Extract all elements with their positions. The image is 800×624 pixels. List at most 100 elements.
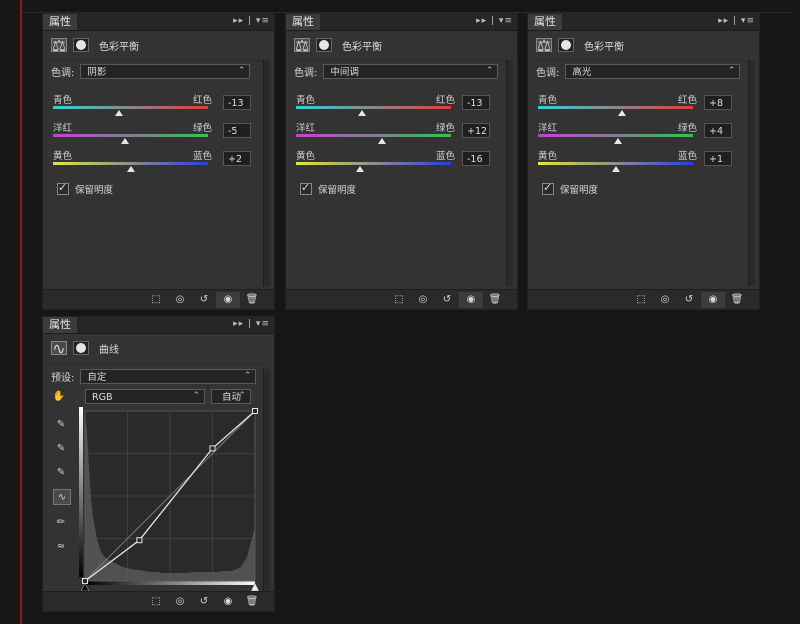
panel-tab[interactable]: 属性 — [528, 14, 562, 30]
white-point-eyedropper-icon[interactable]: ✎ — [53, 465, 69, 479]
preserve-luminosity[interactable]: 保留明度 — [57, 181, 113, 196]
slider-2-thumb[interactable] — [121, 138, 129, 144]
slider-1-value[interactable]: +8 — [704, 95, 732, 110]
visibility-eye-icon[interactable]: ◉ — [216, 291, 240, 308]
slider-1-right-label: 红色 — [678, 95, 698, 106]
targeted-adjust-hand-icon[interactable]: ✋ — [51, 390, 67, 404]
panel-tab[interactable]: 属性 — [286, 14, 320, 30]
layer-mask-icon[interactable] — [73, 341, 89, 355]
view-previous-icon[interactable]: ◎ — [168, 594, 192, 610]
slider-2-value[interactable]: -5 — [223, 123, 251, 138]
preset-label: 预设: — [51, 373, 75, 384]
slider-3-thumb[interactable] — [356, 166, 364, 172]
tone-row: 色调: 阴影 — [51, 64, 251, 79]
preserve-luminosity[interactable]: 保留明度 — [542, 181, 598, 196]
slider-3-track[interactable] — [296, 162, 451, 165]
slider-2-value[interactable]: +4 — [704, 123, 732, 138]
slider-1-track[interactable] — [296, 106, 451, 109]
trash-icon[interactable]: 🗑 — [483, 292, 507, 308]
panel-menu-icon[interactable]: ▸▸ | ▾≡ — [233, 16, 270, 26]
reset-icon[interactable]: ↺ — [192, 594, 216, 610]
panel-footer: ⬚ ◎ ↺ ◉ 🗑 — [286, 289, 517, 309]
smooth-curve-icon[interactable]: ≈ — [53, 539, 69, 553]
scrollbar[interactable] — [263, 369, 270, 593]
slider-2-track[interactable] — [53, 134, 208, 137]
trash-icon[interactable]: 🗑 — [240, 292, 264, 308]
slider-3-thumb[interactable] — [612, 166, 620, 172]
curve-control-point[interactable] — [209, 445, 216, 452]
draw-curve-pencil-icon[interactable]: ✏ — [53, 515, 69, 529]
view-previous-icon[interactable]: ◎ — [653, 292, 677, 308]
preserve-luminosity-checkbox[interactable] — [542, 181, 554, 195]
curve-control-point[interactable] — [252, 408, 258, 414]
visibility-eye-icon[interactable]: ◉ — [216, 594, 240, 610]
tone-select[interactable]: 高光 — [565, 64, 741, 79]
slider-3-value[interactable]: +2 — [223, 151, 251, 166]
curve-tools: ✎ ✎ ✎ ∿ ✏ ≈ — [53, 417, 71, 553]
preset-select[interactable]: 自定 — [80, 369, 257, 384]
panel-menu-icon[interactable]: ▸▸ | ▾≡ — [476, 16, 513, 26]
slider-2-thumb[interactable] — [614, 138, 622, 144]
curves-icon[interactable]: ∿ — [51, 339, 67, 358]
slider-2-track[interactable] — [296, 134, 451, 137]
slider-1-value[interactable]: -13 — [462, 95, 490, 110]
curve-graph[interactable] — [79, 407, 259, 597]
slider-2-value[interactable]: +12 — [462, 123, 490, 138]
panel-tab[interactable]: 属性 — [43, 14, 77, 30]
clip-to-layer-icon[interactable]: ⬚ — [387, 292, 411, 308]
slider-3-value[interactable]: +1 — [704, 151, 732, 166]
tone-select[interactable]: 阴影 — [80, 64, 251, 79]
slider-2-track[interactable] — [538, 134, 693, 137]
color-balance-icon[interactable]: ⚖ — [294, 36, 310, 55]
tone-row: 色调: 高光 — [536, 64, 741, 79]
scrollbar[interactable] — [263, 60, 270, 286]
clip-to-layer-icon[interactable]: ⬚ — [144, 594, 168, 610]
preserve-luminosity-checkbox[interactable] — [57, 181, 69, 195]
reset-icon[interactable]: ↺ — [435, 292, 459, 308]
preserve-luminosity-label: 保留明度 — [318, 185, 357, 196]
view-previous-icon[interactable]: ◎ — [168, 292, 192, 308]
channel-select[interactable]: RGB — [85, 389, 205, 404]
scrollbar[interactable] — [506, 60, 513, 286]
visibility-eye-icon[interactable]: ◉ — [459, 291, 483, 308]
reset-icon[interactable]: ↺ — [677, 292, 701, 308]
slider-3-track[interactable] — [53, 162, 208, 165]
edit-points-tool-icon[interactable]: ∿ — [53, 489, 71, 505]
slider-1-value[interactable]: -13 — [223, 95, 251, 110]
auto-button[interactable]: 自动 — [211, 389, 251, 404]
preserve-luminosity[interactable]: 保留明度 — [300, 181, 357, 196]
preserve-luminosity-checkbox[interactable] — [300, 181, 312, 195]
slider-3-left-label: 黄色 — [538, 151, 558, 162]
slider-3-value[interactable]: -16 — [462, 151, 490, 166]
slider-1-thumb[interactable] — [618, 110, 626, 116]
tone-label: 色调: — [294, 68, 318, 79]
clip-to-layer-icon[interactable]: ⬚ — [629, 292, 653, 308]
slider-1-track[interactable] — [53, 106, 208, 109]
view-previous-icon[interactable]: ◎ — [411, 292, 435, 308]
black-point-eyedropper-icon[interactable]: ✎ — [53, 417, 69, 431]
slider-2-thumb[interactable] — [378, 138, 386, 144]
layer-mask-icon[interactable] — [316, 38, 332, 52]
panel-menu-icon[interactable]: ▸▸ | ▾≡ — [718, 16, 755, 26]
panel-menu-icon[interactable]: ▸▸ | ▾≡ — [233, 319, 270, 329]
trash-icon[interactable]: 🗑 — [725, 292, 749, 308]
slider-1-left-label: 青色 — [53, 95, 73, 106]
curve-control-point[interactable] — [136, 537, 143, 544]
slider-3-track[interactable] — [538, 162, 693, 165]
slider-1-track[interactable] — [538, 106, 693, 109]
slider-3-thumb[interactable] — [127, 166, 135, 172]
scrollbar[interactable] — [748, 60, 755, 286]
layer-mask-icon[interactable] — [73, 38, 89, 52]
clip-to-layer-icon[interactable]: ⬚ — [144, 292, 168, 308]
reset-icon[interactable]: ↺ — [192, 292, 216, 308]
panel-tab[interactable]: 属性 — [43, 317, 77, 333]
slider-1-thumb[interactable] — [115, 110, 123, 116]
color-balance-icon[interactable]: ⚖ — [51, 36, 67, 55]
layer-mask-icon[interactable] — [558, 38, 574, 52]
tone-select[interactable]: 中间调 — [323, 64, 499, 79]
slider-1-thumb[interactable] — [358, 110, 366, 116]
color-balance-icon[interactable]: ⚖ — [536, 36, 552, 55]
gray-point-eyedropper-icon[interactable]: ✎ — [53, 441, 69, 455]
trash-icon[interactable]: 🗑 — [240, 594, 264, 610]
visibility-eye-icon[interactable]: ◉ — [701, 291, 725, 308]
